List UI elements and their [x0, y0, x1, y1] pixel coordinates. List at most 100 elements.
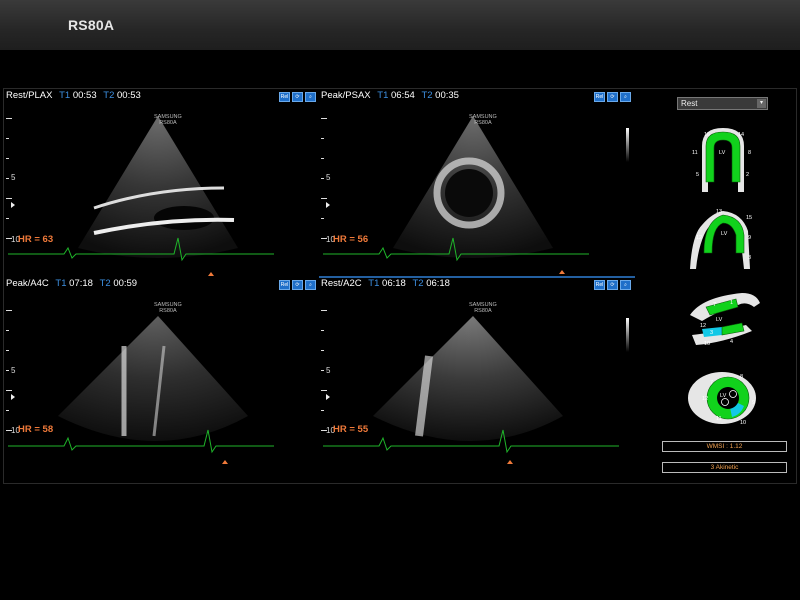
t2-label: T2 [103, 90, 115, 101]
svg-text:2: 2 [746, 172, 749, 178]
depth-label: 5 [11, 173, 16, 182]
wmsi-value: WMSI : 1.12 [662, 441, 787, 452]
view-name: Rest/PLAX [6, 90, 53, 101]
depth-ruler: 5 10 [6, 108, 26, 278]
depth-ruler: 5 10 [321, 108, 341, 278]
svg-text:3: 3 [748, 255, 751, 261]
segment-diagram-sax: LV 7 8 12 11 9 10 [688, 372, 756, 426]
lv-label: LV [720, 393, 727, 399]
lv-label: LV [721, 231, 728, 237]
t2-value: 06:18 [426, 278, 450, 289]
rotate-icon[interactable]: ⟳ [607, 280, 618, 290]
depth-ruler: 5 10 [6, 296, 26, 466]
view-name: Peak/A4C [6, 278, 49, 289]
panel-toolbar: Rel ⟳ ⌕ [594, 92, 631, 102]
t2-value: 00:53 [117, 90, 141, 101]
t2-label: T2 [421, 90, 433, 101]
view-name: Rest/A2C [321, 278, 362, 289]
svg-text:4: 4 [730, 339, 733, 345]
grayscale-bar [626, 128, 629, 162]
panel-toolbar: Rel ⟳ ⌕ [594, 280, 631, 290]
depth-label: 5 [326, 366, 331, 375]
svg-text:14: 14 [738, 132, 744, 138]
panel-title: Rest/PLAX T1 00:53 T2 00:53 [6, 90, 141, 101]
chevron-down-icon[interactable]: ▾ [757, 99, 766, 108]
probe-logo: SAMSUNG RS80A [469, 114, 497, 126]
svg-text:3: 3 [710, 330, 713, 336]
svg-text:1: 1 [730, 300, 733, 306]
frame-marker [222, 460, 228, 464]
panel-rest-a2c[interactable]: Rest/A2C T1 06:18 T2 06:18 Rel ⟳ ⌕ SAMSU… [319, 276, 635, 468]
view-name: Peak/PSAX [321, 90, 371, 101]
t1-label: T1 [55, 278, 67, 289]
zoom-icon[interactable]: ⌕ [620, 92, 631, 102]
svg-text:8: 8 [748, 150, 751, 156]
stage-select-value: Rest [681, 99, 698, 108]
probe-logo: SAMSUNG RS80A [469, 302, 497, 314]
panel-toolbar: Rel ⟳ ⌕ [279, 92, 316, 102]
svg-text:15: 15 [746, 215, 752, 221]
rotate-icon[interactable]: ⟳ [292, 280, 303, 290]
depth-label: 5 [11, 366, 16, 375]
focus-marker [326, 202, 330, 208]
app-title: RS80A [68, 17, 115, 33]
frame-marker [507, 460, 513, 464]
stage-select[interactable]: Rest ▾ [677, 97, 768, 110]
t2-label: T2 [412, 278, 424, 289]
t2-label: T2 [99, 278, 111, 289]
svg-text:12: 12 [702, 396, 708, 402]
zoom-icon[interactable]: ⌕ [620, 280, 631, 290]
t2-value: 00:35 [435, 90, 459, 101]
t2-value: 00:59 [113, 278, 138, 289]
svg-text:12: 12 [696, 235, 702, 241]
svg-text:7: 7 [713, 302, 716, 308]
rel-button[interactable]: Rel [594, 280, 605, 290]
heart-rate: HR = 58 [18, 424, 54, 435]
rel-button[interactable]: Rel [279, 280, 290, 290]
depth-label: 5 [326, 173, 331, 182]
rel-button[interactable]: Rel [594, 92, 605, 102]
panel-title: Rest/A2C T1 06:18 T2 06:18 [321, 278, 450, 289]
t1-value: 06:18 [382, 278, 406, 289]
rotate-icon[interactable]: ⟳ [607, 92, 618, 102]
t1-value: 00:53 [72, 90, 97, 101]
svg-text:11: 11 [716, 416, 722, 422]
panel-toolbar: Rel ⟳ ⌕ [279, 280, 316, 290]
title-bar: RS80A [0, 0, 800, 50]
panel-title: Peak/A4C T1 07:18 T2 00:59 [6, 278, 137, 289]
panel-title: Peak/PSAX T1 06:54 T2 00:35 [321, 90, 459, 101]
rotate-icon[interactable]: ⟳ [292, 92, 303, 102]
panel-peak-a4c[interactable]: Peak/A4C T1 07:18 T2 00:59 Rel ⟳ ⌕ SAMSU… [4, 276, 320, 468]
svg-text:16: 16 [704, 132, 710, 138]
probe-logo: SAMSUNG RS80A [154, 114, 182, 126]
heart-rate: HR = 55 [333, 424, 369, 435]
svg-text:7: 7 [710, 380, 713, 386]
t1-value: 07:18 [69, 278, 93, 289]
focus-marker [11, 394, 15, 400]
svg-text:9: 9 [748, 235, 751, 241]
grayscale-bar [626, 318, 629, 352]
zoom-icon[interactable]: ⌕ [305, 280, 316, 290]
panel-rest-plax[interactable]: Rest/PLAX T1 00:53 T2 00:53 Rel ⟳ ⌕ SAMS… [4, 88, 320, 280]
svg-text:11: 11 [692, 150, 698, 156]
akinetic-count: 3 Akinetic [662, 462, 787, 473]
lv-label: LV [719, 150, 726, 156]
focus-marker [11, 202, 15, 208]
t1-label: T1 [59, 90, 71, 101]
probe-logo: SAMSUNG RS80A [154, 302, 182, 314]
heart-rate: HR = 63 [18, 234, 54, 245]
svg-text:12: 12 [700, 323, 706, 329]
t1-label: T1 [377, 90, 389, 101]
svg-text:10: 10 [740, 420, 746, 426]
t1-label: T1 [368, 278, 380, 289]
svg-text:13: 13 [716, 209, 722, 215]
frame-marker [559, 270, 565, 274]
heart-rate: HR = 56 [333, 234, 369, 245]
segment-diagram-plax: LV 7 1 12 3 10 4 [690, 293, 760, 347]
panel-peak-psax[interactable]: Peak/PSAX T1 06:54 T2 00:35 Rel ⟳ ⌕ SAMS… [319, 88, 635, 280]
svg-text:10: 10 [704, 341, 710, 347]
rel-button[interactable]: Rel [279, 92, 290, 102]
zoom-icon[interactable]: ⌕ [305, 92, 316, 102]
focus-marker [326, 394, 330, 400]
svg-text:5: 5 [696, 172, 699, 178]
